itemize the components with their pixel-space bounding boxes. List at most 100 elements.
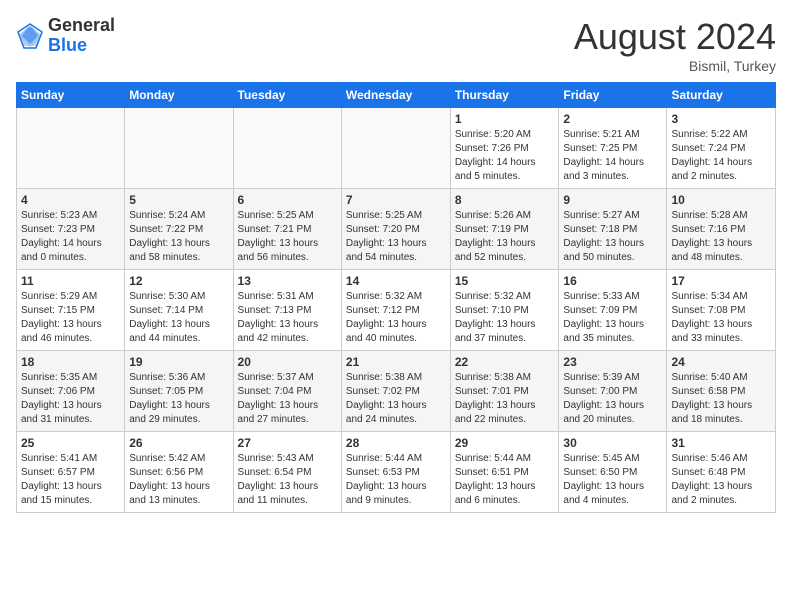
logo: General Blue (16, 16, 115, 56)
title-block: August 2024 Bismil, Turkey (574, 16, 776, 74)
logo-blue: Blue (48, 36, 115, 56)
calendar-day-cell: 9Sunrise: 5:27 AM Sunset: 7:18 PM Daylig… (559, 189, 667, 270)
day-number: 26 (129, 436, 228, 450)
day-number: 4 (21, 193, 120, 207)
calendar-day-cell: 26 Sunrise: 5:42 AM Sunset: 6:56 PM Dayli… (125, 432, 233, 513)
weekday-header: Tuesday (233, 83, 341, 108)
day-info: Sunrise: 5:36 AM Sunset: 7:05 PM Dayligh… (129, 371, 228, 427)
day-number: 1 (455, 112, 555, 126)
weekday-header: Monday (125, 83, 233, 108)
day-info: Sunrise: 5:24 AM Sunset: 7:22 PM Dayligh… (129, 209, 228, 265)
day-info: Sunrise: 5:27 AM Sunset: 7:18 PM Dayligh… (563, 209, 662, 265)
calendar-day-cell: 5Sunrise: 5:24 AM Sunset: 7:22 PM Daylig… (125, 189, 233, 270)
day-info: Sunrise: 5:29 AM Sunset: 7:15 PM Dayligh… (21, 290, 120, 346)
calendar-day-cell: 19 Sunrise: 5:36 AM Sunset: 7:05 PM Dayli… (125, 351, 233, 432)
day-info: Sunrise: 5:46 AM Sunset: 6:48 PM Dayligh… (671, 452, 771, 508)
calendar-week-row: 25 Sunrise: 5:41 AM Sunset: 6:57 PM Dayli… (17, 432, 776, 513)
day-info: Sunrise: 5:32 AM Sunset: 7:12 PM Dayligh… (346, 290, 446, 346)
day-number: 14 (346, 274, 446, 288)
calendar-day-cell: 15 Sunrise: 5:32 AM Sunset: 7:10 PM Dayli… (450, 270, 559, 351)
calendar-day-cell: 18 Sunrise: 5:35 AM Sunset: 7:06 PM Dayli… (17, 351, 125, 432)
calendar-day-cell (341, 108, 450, 189)
day-info: Sunrise: 5:20 AM Sunset: 7:26 PM Dayligh… (455, 128, 555, 184)
page-header: General Blue August 2024 Bismil, Turkey (16, 16, 776, 74)
day-info: Sunrise: 5:39 AM Sunset: 7:00 PM Dayligh… (563, 371, 662, 427)
day-number: 17 (671, 274, 771, 288)
day-number: 22 (455, 355, 555, 369)
weekday-header: Wednesday (341, 83, 450, 108)
calendar-day-cell: 12 Sunrise: 5:30 AM Sunset: 7:14 PM Dayli… (125, 270, 233, 351)
weekday-header: Sunday (17, 83, 125, 108)
day-info: Sunrise: 5:32 AM Sunset: 7:10 PM Dayligh… (455, 290, 555, 346)
calendar-day-cell (17, 108, 125, 189)
calendar-day-cell: 30 Sunrise: 5:45 AM Sunset: 6:50 PM Dayli… (559, 432, 667, 513)
day-info: Sunrise: 5:30 AM Sunset: 7:14 PM Dayligh… (129, 290, 228, 346)
day-info: Sunrise: 5:37 AM Sunset: 7:04 PM Dayligh… (238, 371, 337, 427)
calendar-day-cell: 10 Sunrise: 5:28 AM Sunset: 7:16 PM Dayli… (667, 189, 776, 270)
day-number: 15 (455, 274, 555, 288)
day-info: Sunrise: 5:22 AM Sunset: 7:24 PM Dayligh… (671, 128, 771, 184)
calendar-day-cell: 7Sunrise: 5:25 AM Sunset: 7:20 PM Daylig… (341, 189, 450, 270)
calendar-day-cell: 27Sunrise: 5:43 AM Sunset: 6:54 PM Dayli… (233, 432, 341, 513)
calendar-day-cell: 6Sunrise: 5:25 AM Sunset: 7:21 PM Daylig… (233, 189, 341, 270)
calendar-day-cell: 8Sunrise: 5:26 AM Sunset: 7:19 PM Daylig… (450, 189, 559, 270)
day-info: Sunrise: 5:44 AM Sunset: 6:51 PM Dayligh… (455, 452, 555, 508)
calendar-week-row: 11Sunrise: 5:29 AM Sunset: 7:15 PM Dayli… (17, 270, 776, 351)
day-info: Sunrise: 5:40 AM Sunset: 6:58 PM Dayligh… (671, 371, 771, 427)
day-info: Sunrise: 5:21 AM Sunset: 7:25 PM Dayligh… (563, 128, 662, 184)
day-number: 12 (129, 274, 228, 288)
day-info: Sunrise: 5:45 AM Sunset: 6:50 PM Dayligh… (563, 452, 662, 508)
calendar-day-cell: 17 Sunrise: 5:34 AM Sunset: 7:08 PM Dayli… (667, 270, 776, 351)
day-info: Sunrise: 5:23 AM Sunset: 7:23 PM Dayligh… (21, 209, 120, 265)
day-number: 30 (563, 436, 662, 450)
location: Bismil, Turkey (574, 58, 776, 74)
logo-text: General Blue (48, 16, 115, 56)
calendar-day-cell: 2 Sunrise: 5:21 AM Sunset: 7:25 PM Daylig… (559, 108, 667, 189)
day-number: 10 (671, 193, 771, 207)
day-info: Sunrise: 5:35 AM Sunset: 7:06 PM Dayligh… (21, 371, 120, 427)
calendar-day-cell: 13Sunrise: 5:31 AM Sunset: 7:13 PM Dayli… (233, 270, 341, 351)
calendar-week-row: 18 Sunrise: 5:35 AM Sunset: 7:06 PM Dayli… (17, 351, 776, 432)
day-number: 20 (238, 355, 337, 369)
calendar-day-cell: 14 Sunrise: 5:32 AM Sunset: 7:12 PM Dayli… (341, 270, 450, 351)
calendar-day-cell: 29 Sunrise: 5:44 AM Sunset: 6:51 PM Dayli… (450, 432, 559, 513)
day-info: Sunrise: 5:33 AM Sunset: 7:09 PM Dayligh… (563, 290, 662, 346)
day-number: 27 (238, 436, 337, 450)
day-info: Sunrise: 5:34 AM Sunset: 7:08 PM Dayligh… (671, 290, 771, 346)
day-number: 19 (129, 355, 228, 369)
calendar-day-cell (125, 108, 233, 189)
calendar-day-cell: 22 Sunrise: 5:38 AM Sunset: 7:01 PM Dayli… (450, 351, 559, 432)
calendar-day-cell: 21Sunrise: 5:38 AM Sunset: 7:02 PM Dayli… (341, 351, 450, 432)
day-info: Sunrise: 5:28 AM Sunset: 7:16 PM Dayligh… (671, 209, 771, 265)
day-number: 18 (21, 355, 120, 369)
calendar-table: SundayMondayTuesdayWednesdayThursdayFrid… (16, 82, 776, 513)
calendar-day-cell: 31 Sunrise: 5:46 AM Sunset: 6:48 PM Dayli… (667, 432, 776, 513)
logo-general: General (48, 16, 115, 36)
calendar-week-row: 4 Sunrise: 5:23 AM Sunset: 7:23 PM Daylig… (17, 189, 776, 270)
calendar-week-row: 1 Sunrise: 5:20 AM Sunset: 7:26 PM Daylig… (17, 108, 776, 189)
day-number: 29 (455, 436, 555, 450)
calendar-day-cell: 1 Sunrise: 5:20 AM Sunset: 7:26 PM Daylig… (450, 108, 559, 189)
day-info: Sunrise: 5:38 AM Sunset: 7:01 PM Dayligh… (455, 371, 555, 427)
day-info: Sunrise: 5:41 AM Sunset: 6:57 PM Dayligh… (21, 452, 120, 508)
calendar-day-cell: 3Sunrise: 5:22 AM Sunset: 7:24 PM Daylig… (667, 108, 776, 189)
day-number: 24 (671, 355, 771, 369)
calendar-day-cell: 20 Sunrise: 5:37 AM Sunset: 7:04 PM Dayli… (233, 351, 341, 432)
day-number: 16 (563, 274, 662, 288)
logo-icon (16, 22, 44, 50)
calendar-day-cell: 23 Sunrise: 5:39 AM Sunset: 7:00 PM Dayli… (559, 351, 667, 432)
calendar-header-row: SundayMondayTuesdayWednesdayThursdayFrid… (17, 83, 776, 108)
day-number: 7 (346, 193, 446, 207)
month-year: August 2024 (574, 16, 776, 58)
day-number: 23 (563, 355, 662, 369)
day-number: 25 (21, 436, 120, 450)
day-number: 28 (346, 436, 446, 450)
day-number: 2 (563, 112, 662, 126)
calendar-day-cell: 28Sunrise: 5:44 AM Sunset: 6:53 PM Dayli… (341, 432, 450, 513)
day-info: Sunrise: 5:42 AM Sunset: 6:56 PM Dayligh… (129, 452, 228, 508)
day-number: 13 (238, 274, 337, 288)
day-number: 6 (238, 193, 337, 207)
calendar-day-cell: 24 Sunrise: 5:40 AM Sunset: 6:58 PM Dayli… (667, 351, 776, 432)
day-number: 31 (671, 436, 771, 450)
day-number: 8 (455, 193, 555, 207)
